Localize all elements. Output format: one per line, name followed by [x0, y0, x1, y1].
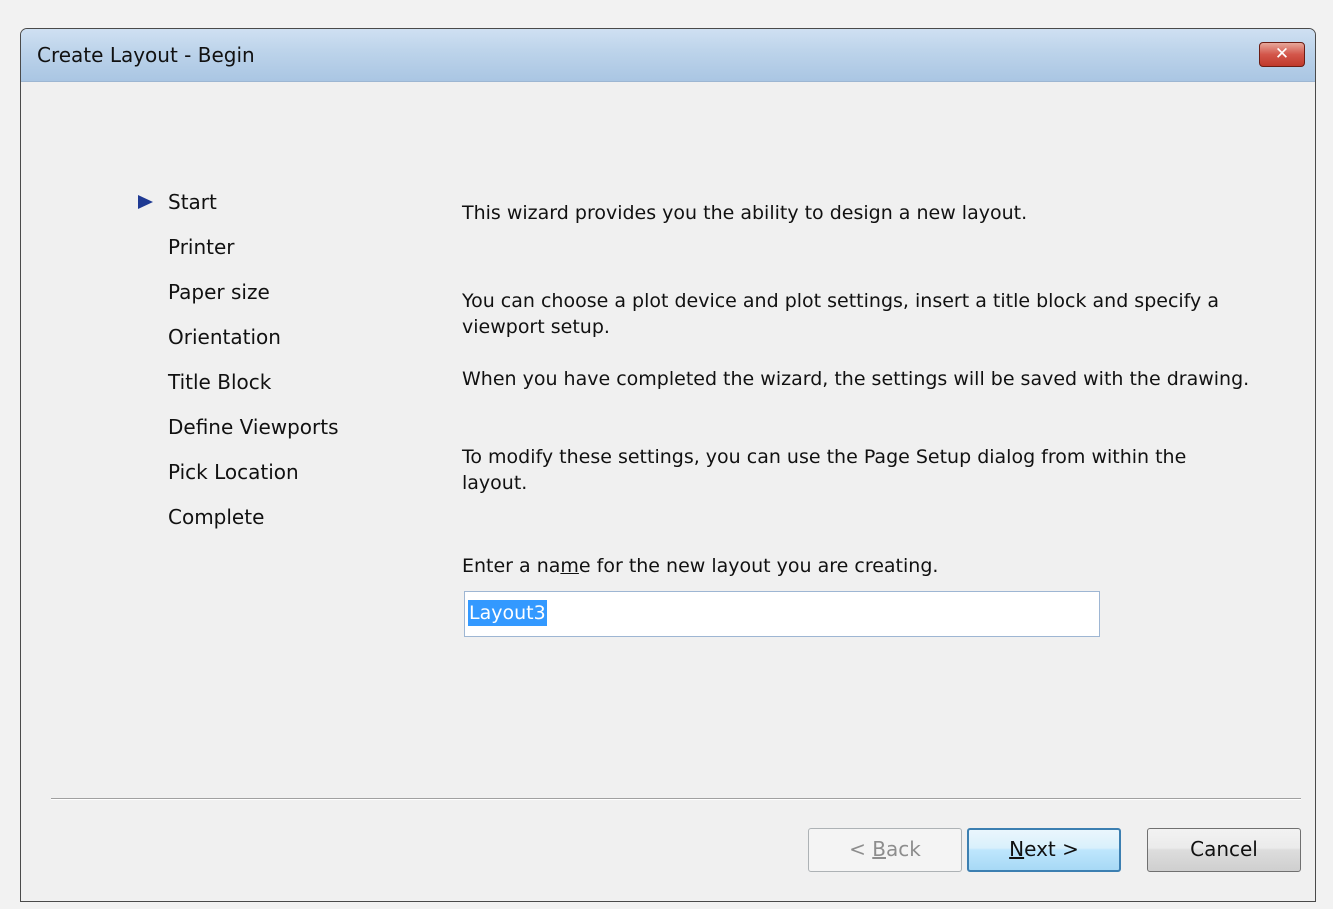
create-layout-dialog: Create Layout - Begin ✕ Start Printer Pa… — [20, 28, 1316, 902]
wizard-steps: Start Printer Paper size Orientation Tit… — [136, 188, 396, 548]
step-label: Paper size — [168, 280, 270, 304]
step-title-block: Title Block — [136, 368, 396, 413]
step-label: Complete — [168, 505, 265, 529]
dialog-content: Start Printer Paper size Orientation Tit… — [21, 82, 1315, 901]
page-setup-text: To modify these settings, you can use th… — [462, 446, 1187, 494]
step-label: Orientation — [168, 325, 281, 349]
step-pick-location: Pick Location — [136, 458, 396, 503]
close-icon: ✕ — [1274, 44, 1290, 64]
step-label: Define Viewports — [168, 415, 339, 439]
step-paper-size: Paper size — [136, 278, 396, 323]
access-key: N — [1009, 837, 1025, 861]
step-define-viewports: Define Viewports — [136, 413, 396, 458]
step-complete: Complete — [136, 503, 396, 548]
label-part: Enter a na — [462, 555, 561, 577]
button-label: Cancel — [1190, 837, 1258, 861]
button-label: ack — [886, 837, 921, 861]
step-label: Pick Location — [168, 460, 299, 484]
layout-name-input[interactable] — [464, 591, 1100, 637]
cancel-button[interactable]: Cancel — [1147, 828, 1301, 872]
next-button[interactable]: Next > — [967, 828, 1121, 872]
access-key: m — [560, 555, 579, 577]
button-label: < — [849, 837, 873, 861]
dialog-title: Create Layout - Begin — [37, 43, 255, 67]
plot-device-text: You can choose a plot device and plot se… — [462, 290, 1219, 338]
step-label: Printer — [168, 235, 235, 259]
button-label: ext > — [1024, 837, 1079, 861]
layout-name-label: Enter a name for the new layout you are … — [462, 553, 1252, 579]
step-orientation: Orientation — [136, 323, 396, 368]
separator — [51, 798, 1301, 800]
title-bar[interactable]: Create Layout - Begin ✕ — [21, 29, 1315, 82]
step-label: Title Block — [168, 370, 272, 394]
intro-text: This wizard provides you the ability to … — [462, 202, 1028, 224]
label-part: e for the new layout you are creating. — [578, 555, 939, 577]
completion-text: When you have completed the wizard, the … — [462, 368, 1250, 390]
access-key: B — [872, 837, 886, 861]
step-printer: Printer — [136, 233, 396, 278]
step-label: Start — [168, 190, 217, 214]
current-step-arrow-icon — [138, 195, 153, 209]
step-start: Start — [136, 188, 396, 233]
back-button[interactable]: < Back — [808, 828, 962, 872]
close-button[interactable]: ✕ — [1259, 42, 1305, 67]
